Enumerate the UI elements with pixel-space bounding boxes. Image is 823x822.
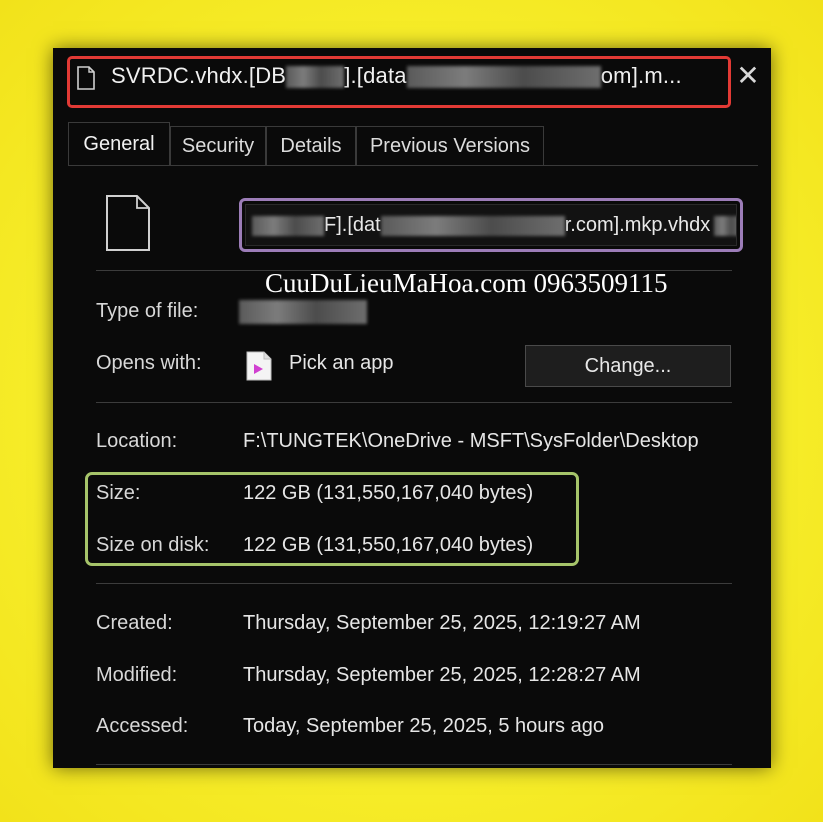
- modified-label: Modified:: [96, 664, 178, 686]
- location-value: F:\TUNGTEK\OneDrive - MSFT\SysFolder\Des…: [243, 430, 699, 452]
- opens-with-value: Pick an app: [289, 352, 394, 374]
- tab-details[interactable]: Details: [266, 126, 356, 166]
- redacted-block: [239, 300, 367, 324]
- redacted-block: [252, 215, 324, 236]
- title-suffix: om].m...: [600, 63, 682, 88]
- change-button[interactable]: Change...: [525, 345, 731, 387]
- title-bar: SVRDC.vhdx.[DB ].[data om].m... ✕: [53, 48, 771, 120]
- created-label: Created:: [96, 612, 173, 634]
- modified-value: Thursday, September 25, 2025, 12:28:27 A…: [243, 664, 641, 686]
- file-icon: [106, 195, 150, 251]
- size-on-disk-label: Size on disk:: [96, 534, 210, 556]
- close-icon[interactable]: ✕: [733, 62, 763, 92]
- watermark-text: CuuDuLieuMaHoa.com 0963509115: [265, 268, 668, 298]
- size-value: 122 GB (131,550,167,040 bytes): [243, 482, 534, 504]
- opens-with-label: Opens with:: [96, 352, 202, 374]
- redacted-block: [286, 66, 345, 89]
- file-icon: [77, 66, 95, 90]
- type-of-file-label: Type of file:: [96, 300, 199, 322]
- divider: [96, 270, 732, 271]
- properties-window: SVRDC.vhdx.[DB].[data om].m... ✕ General …: [53, 48, 771, 768]
- redacted-block: [714, 215, 736, 236]
- tab-divider: [68, 165, 758, 166]
- title-prefix: SVRDC.vhdx.[DB: [111, 63, 287, 88]
- window-title: SVRDC.vhdx.[DB ].[data om].m...: [111, 63, 682, 89]
- size-label: Size:: [96, 482, 141, 504]
- file-name-field[interactable]: F].[dat r.com].mkp.vhdx: [245, 204, 737, 246]
- title-mid: ].[data: [344, 63, 407, 88]
- file-name-prefix: F].[dat: [324, 214, 381, 236]
- accessed-label: Accessed:: [96, 715, 189, 737]
- divider: [96, 583, 732, 584]
- app-icon: [246, 351, 272, 381]
- tab-previous-versions[interactable]: Previous Versions: [356, 126, 544, 166]
- tab-general[interactable]: General: [68, 122, 170, 166]
- accessed-value: Today, September 25, 2025, 5 hours ago: [243, 715, 604, 737]
- tab-security[interactable]: Security: [170, 126, 266, 166]
- created-value: Thursday, September 25, 2025, 12:19:27 A…: [243, 612, 641, 634]
- file-name-suffix: r.com].mkp.vhdx: [564, 214, 711, 236]
- divider: [96, 402, 732, 403]
- divider: [96, 764, 732, 765]
- redacted-block: [380, 215, 565, 236]
- location-label: Location:: [96, 430, 178, 452]
- size-on-disk-value: 122 GB (131,550,167,040 bytes): [243, 534, 534, 556]
- redacted-block: [406, 66, 601, 89]
